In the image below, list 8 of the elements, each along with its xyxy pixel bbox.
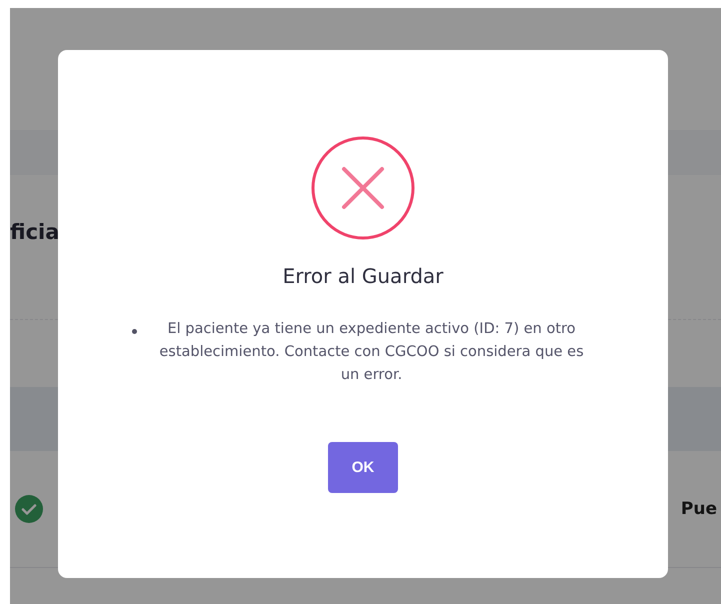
bullet-icon bbox=[132, 329, 137, 334]
dialog-title: Error al Guardar bbox=[282, 264, 444, 288]
error-x-icon bbox=[311, 136, 415, 240]
page-heading: ficia bbox=[10, 220, 60, 244]
error-message: El paciente ya tiene un expediente activo (ID: 7) en otro establecimiento. Contacte con CGCOO si considera que es un error. bbox=[158, 320, 585, 386]
check-circle-icon bbox=[14, 494, 44, 524]
ok-button[interactable]: OK bbox=[328, 442, 398, 493]
row-text: Pue bbox=[680, 499, 717, 519]
